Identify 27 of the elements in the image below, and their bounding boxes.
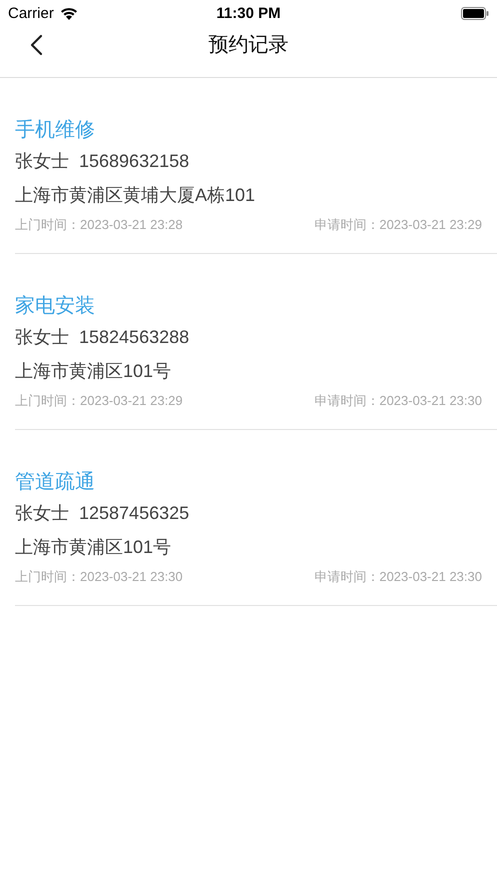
service-name: 管道疏通 [15,470,96,495]
address: 上海市黄浦区101号 [15,536,172,559]
visit-time: 上门时间：2023-03-21 23:29 [15,392,183,410]
visit-time: 上门时间：2023-03-21 23:28 [15,216,183,234]
address: 上海市黄浦区黄埔大厦A栋101 [15,184,256,207]
contact-name: 张女士 [15,151,69,171]
carrier-name: Carrier [8,4,54,22]
record-item[interactable]: 管道疏通 张女士 12587456325 上海市黄浦区101号 上门时间：2023-03-21 23:30 申请时间：2023-03-21 23:30 [15,460,497,606]
address: 上海市黄浦区101号 [15,360,172,383]
service-name: 手机维修 [15,118,96,143]
page-title: 预约记录 [208,33,288,58]
apply-time: 申请时间：2023-03-21 23:30 [314,568,482,586]
back-icon[interactable] [29,34,43,56]
battery-icon [461,6,489,20]
phone-number: 15824563288 [79,327,190,347]
wifi-icon [60,6,78,20]
service-name: 家电安装 [15,294,96,319]
visit-time: 上门时间：2023-03-21 23:30 [15,568,183,586]
record-item[interactable]: 家电安装 张女士 15824563288 上海市黄浦区101号 上门时间：2023-03-21 23:29 申请时间：2023-03-21 23:30 [15,284,497,430]
phone-number: 12587456325 [79,503,190,523]
contact-name: 张女士 [15,503,69,523]
contact-name: 张女士 [15,327,69,347]
phone-number: 15689632158 [79,151,190,171]
apply-time: 申请时间：2023-03-21 23:29 [314,216,482,234]
status-time: 11:30 PM [216,4,281,22]
record-item[interactable]: 手机维修 张女士 15689632158 上海市黄浦区黄埔大厦A栋101 上门时间：2023-03-21 23:28 申请时间：2023-03-21 23:29 [15,108,497,254]
apply-time: 申请时间：2023-03-21 23:30 [314,392,482,410]
